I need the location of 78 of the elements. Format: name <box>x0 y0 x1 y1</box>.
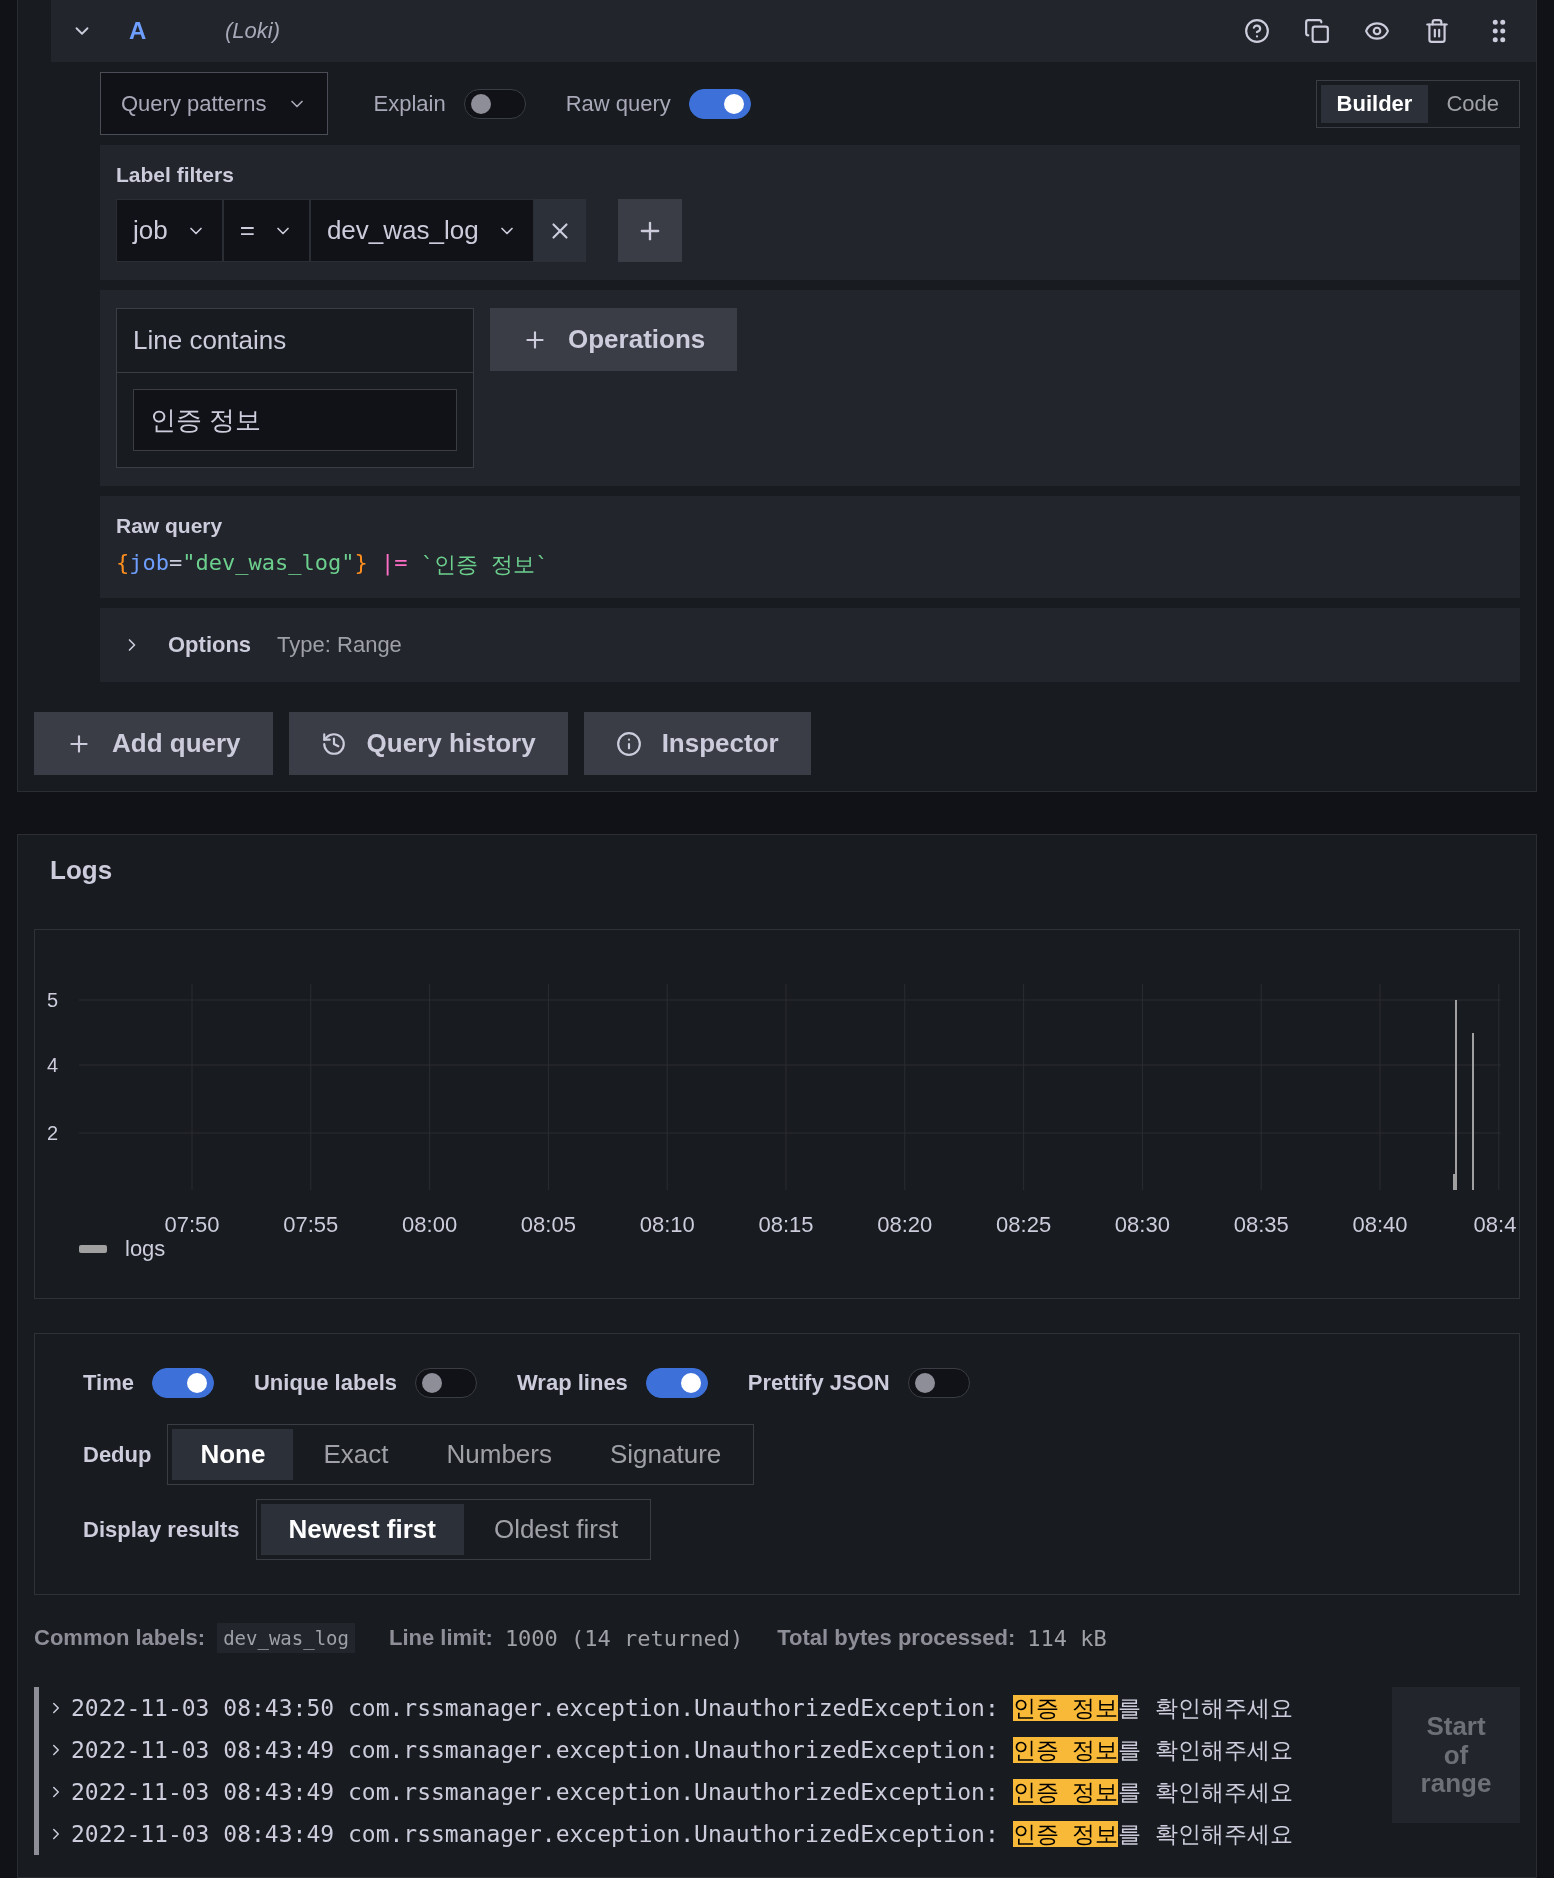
section-title: Raw query <box>116 514 224 538</box>
value-select[interactable]: dev_was_log <box>309 199 534 262</box>
x-tick-label: 08:20 <box>877 1212 933 1237</box>
action-button[interactable]: Inspector <box>583 712 811 775</box>
y-tick-label: 2 <box>47 1122 59 1144</box>
meta-label: Line limit: <box>389 1625 493 1651</box>
y-tick-label: 4 <box>47 1054 59 1076</box>
datasource-name: (Loki) <box>225 18 281 44</box>
input-field[interactable]: 인증 정보 <box>133 389 457 451</box>
display-option[interactable]: Oldest first <box>465 1504 647 1555</box>
toggle-switch[interactable] <box>463 88 526 119</box>
meta-value: 114 kB <box>1027 1625 1107 1651</box>
trash-icon[interactable] <box>1424 18 1450 44</box>
toggle-label: Explain <box>373 90 446 117</box>
label-tag: dev_was_log <box>217 1623 355 1653</box>
toggle-label: Wrap lines <box>517 1370 628 1396</box>
label-select[interactable]: job <box>116 199 223 262</box>
toggle-label: Prettify JSON <box>747 1370 890 1396</box>
operations-button[interactable]: Operations <box>490 308 738 371</box>
log-line: 2022-11-03 08:43:49 com.rssmanager.exception.UnauthorizedException: 인증 정보를 확인해주세요 <box>71 1735 1294 1765</box>
options-row[interactable]: Options Type: Range <box>100 608 1520 682</box>
x-tick-label: 08:05 <box>520 1212 576 1237</box>
dedup-option[interactable]: None <box>172 1429 294 1480</box>
meta-label: Common labels: <box>34 1625 206 1651</box>
help-icon[interactable] <box>1244 18 1270 44</box>
section-title: Label filters <box>116 163 235 187</box>
toggle-switch[interactable] <box>415 1368 477 1398</box>
x-tick-label: 08:4 <box>1473 1212 1517 1237</box>
dedup-option[interactable]: Exact <box>295 1429 417 1480</box>
action-button[interactable]: Query history <box>288 712 568 775</box>
x-tick-label: 08:35 <box>1233 1212 1289 1237</box>
log-line: 2022-11-03 08:43:49 com.rssmanager.exception.UnauthorizedException: 인증 정보를 확인해주세요 <box>71 1777 1294 1807</box>
toggle-switch[interactable] <box>907 1368 970 1398</box>
log-row[interactable]: 2022-11-03 08:43:49 com.rssmanager.exception.UnauthorizedException: 인증 정보를 확인해주세요 <box>34 1729 1372 1771</box>
dedup-option[interactable]: Numbers <box>418 1429 580 1480</box>
remove-filter-button[interactable] <box>533 199 586 262</box>
legend-label[interactable]: logs <box>125 1236 166 1262</box>
x-tick-label: 07:55 <box>283 1212 339 1237</box>
toggle-label: Unique labels <box>253 1370 397 1396</box>
mode-tab[interactable]: Code <box>1430 84 1515 123</box>
copy-icon[interactable] <box>1304 18 1330 44</box>
toggle-label: Time <box>83 1370 134 1396</box>
toggle-switch[interactable] <box>645 1368 708 1398</box>
panel-title: Logs <box>49 854 114 887</box>
toggle-switch[interactable] <box>151 1368 214 1398</box>
log-line: 2022-11-03 08:43:50 com.rssmanager.exception.UnauthorizedException: 인증 정보를 확인해주세요 <box>71 1693 1294 1723</box>
action-button[interactable]: Add query <box>34 712 273 775</box>
operation-title: Line contains <box>117 309 473 373</box>
meta-value: 1000 (14 returned) <box>504 1625 744 1651</box>
toggle-switch[interactable] <box>688 88 751 119</box>
x-tick-label: 08:15 <box>758 1212 814 1237</box>
history-icon <box>320 730 347 757</box>
display-results-label: Display results <box>83 1516 240 1543</box>
x-tick-label: 08:30 <box>1114 1212 1170 1237</box>
query-ref: A <box>129 17 148 45</box>
log-row[interactable]: 2022-11-03 08:43:49 com.rssmanager.exception.UnauthorizedException: 인증 정보를 확인해주세요 <box>34 1813 1372 1855</box>
y-tick-label: 5 <box>47 989 59 1011</box>
display-option[interactable]: Newest first <box>260 1504 464 1555</box>
log-row[interactable]: 2022-11-03 08:43:49 com.rssmanager.exception.UnauthorizedException: 인증 정보를 확인해주세요 <box>34 1771 1372 1813</box>
x-tick-label: 07:50 <box>164 1212 220 1237</box>
query-patterns-select[interactable]: Query patterns <box>100 72 328 135</box>
raw-query-code: {job="dev_was_log"} |= `인증 정보` <box>116 550 550 579</box>
log-row[interactable]: 2022-11-03 08:43:50 com.rssmanager.exception.UnauthorizedException: 인증 정보를 확인해주세요 <box>34 1687 1372 1729</box>
info-icon <box>615 730 642 757</box>
mode-tab[interactable]: Builder <box>1320 84 1429 123</box>
x-tick-label: 08:25 <box>996 1212 1052 1237</box>
options-title: Options <box>168 632 252 658</box>
x-tick-label: 08:00 <box>402 1212 458 1237</box>
operator-select[interactable]: = <box>222 199 310 262</box>
options-summary: Type: Range <box>277 632 402 658</box>
dedup-option[interactable]: Signature <box>581 1429 750 1480</box>
x-tick-label: 08:10 <box>639 1212 695 1237</box>
log-line: 2022-11-03 08:43:49 com.rssmanager.exception.UnauthorizedException: 인증 정보를 확인해주세요 <box>71 1819 1294 1849</box>
dedup-label: Dedup <box>83 1441 152 1468</box>
meta-label: Total bytes processed: <box>777 1625 1016 1651</box>
toggle-label: Raw query <box>565 90 671 117</box>
x-tick-label: 08:40 <box>1352 1212 1408 1237</box>
legend-swatch <box>79 1245 107 1253</box>
